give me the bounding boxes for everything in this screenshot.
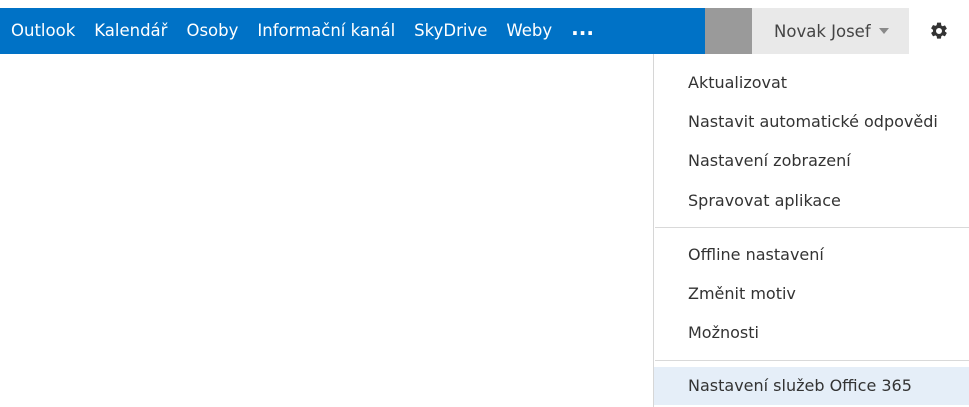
nav-item-newsfeed[interactable]: Informační kanál: [257, 8, 395, 54]
menu-item-change-theme[interactable]: Změnit motiv: [654, 275, 969, 313]
menu-item-options[interactable]: Možnosti: [654, 314, 969, 352]
nav-item-outlook[interactable]: Outlook: [11, 8, 75, 54]
settings-button[interactable]: [909, 8, 969, 54]
menu-item-display-settings[interactable]: Nastavení zobrazení: [654, 142, 969, 180]
menu-item-offline-settings[interactable]: Offline nastavení: [654, 236, 969, 274]
nav-item-sites[interactable]: Weby: [506, 8, 552, 54]
menu-item-office365-settings[interactable]: Nastavení služeb Office 365: [654, 367, 969, 405]
nav-item-skydrive[interactable]: SkyDrive: [414, 8, 487, 54]
more-apps-button[interactable]: ...: [571, 5, 594, 51]
menu-item-automatic-replies[interactable]: Nastavit automatické odpovědi: [654, 103, 969, 141]
top-navigation-bar: Outlook Kalendář Osoby Informační kanál …: [0, 8, 969, 54]
menu-item-refresh[interactable]: Aktualizovat: [654, 64, 969, 102]
user-menu-button[interactable]: Novak Josef: [752, 8, 909, 54]
app-nav: Outlook Kalendář Osoby Informační kanál …: [0, 8, 594, 54]
menu-item-manage-apps[interactable]: Spravovat aplikace: [654, 182, 969, 220]
menu-divider: [655, 227, 969, 228]
avatar[interactable]: [705, 8, 752, 54]
user-name: Novak Josef: [774, 21, 871, 41]
nav-item-people[interactable]: Osoby: [186, 8, 238, 54]
gear-icon: [931, 22, 947, 39]
menu-divider: [655, 360, 969, 361]
settings-dropdown-menu: Aktualizovat Nastavit automatické odpově…: [653, 54, 969, 407]
nav-item-calendar[interactable]: Kalendář: [94, 8, 167, 54]
caret-down-icon: [878, 28, 889, 34]
